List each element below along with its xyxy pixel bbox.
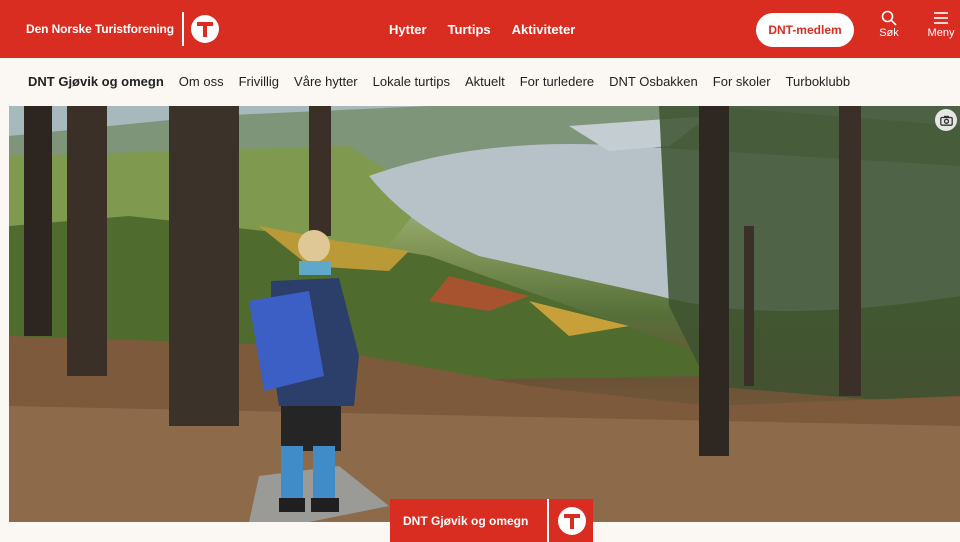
dnt-logo-icon: [558, 506, 586, 535]
search-button[interactable]: Søk: [871, 10, 907, 50]
subnav-item-for-skoler[interactable]: For skoler: [713, 74, 771, 89]
search-label: Søk: [879, 27, 899, 39]
search-icon: [881, 10, 897, 26]
subnav-item-lokale-turtips[interactable]: Lokale turtips: [373, 74, 450, 89]
badge-name: DNT Gjøvik og omegn: [403, 513, 529, 528]
brand-link[interactable]: Den Norske Turistforening: [26, 0, 219, 58]
badge-divider: [547, 499, 549, 542]
hero-image: [9, 106, 960, 522]
subnav-item-vare-hytter[interactable]: Våre hytter: [294, 74, 358, 89]
subnav-item-dnt-osbakken[interactable]: DNT Osbakken: [609, 74, 698, 89]
menu-icon: [934, 12, 948, 24]
nav-hytter[interactable]: Hytter: [389, 22, 427, 37]
subnav-item-for-turledere[interactable]: For turledere: [520, 74, 594, 89]
camera-button[interactable]: [935, 109, 957, 131]
brand-name: Den Norske Turistforening: [26, 22, 174, 36]
menu-button[interactable]: Meny: [923, 10, 959, 50]
member-button[interactable]: DNT-medlem: [756, 13, 854, 47]
subnav-item-frivillig[interactable]: Frivillig: [239, 74, 279, 89]
hero-association-badge: DNT Gjøvik og omegn: [390, 499, 593, 542]
local-nav: DNT Gjøvik og omegn Om oss Frivillig Vår…: [0, 58, 960, 104]
camera-icon: [939, 115, 953, 126]
main-nav: Hytter Turtips Aktiviteter: [389, 0, 575, 58]
menu-label: Meny: [927, 27, 955, 39]
subnav-item-home[interactable]: DNT Gjøvik og omegn: [28, 74, 164, 89]
nav-turtips[interactable]: Turtips: [448, 22, 491, 37]
brand-divider: [181, 12, 184, 46]
dnt-logo-icon: [190, 15, 219, 43]
top-bar: Den Norske Turistforening Hytter Turtips…: [0, 0, 960, 58]
nav-aktiviteter[interactable]: Aktiviteter: [512, 22, 576, 37]
subnav-item-turboklubb[interactable]: Turboklubb: [786, 74, 851, 89]
subnav-item-aktuelt[interactable]: Aktuelt: [465, 74, 505, 89]
subnav-item-om-oss[interactable]: Om oss: [179, 74, 224, 89]
